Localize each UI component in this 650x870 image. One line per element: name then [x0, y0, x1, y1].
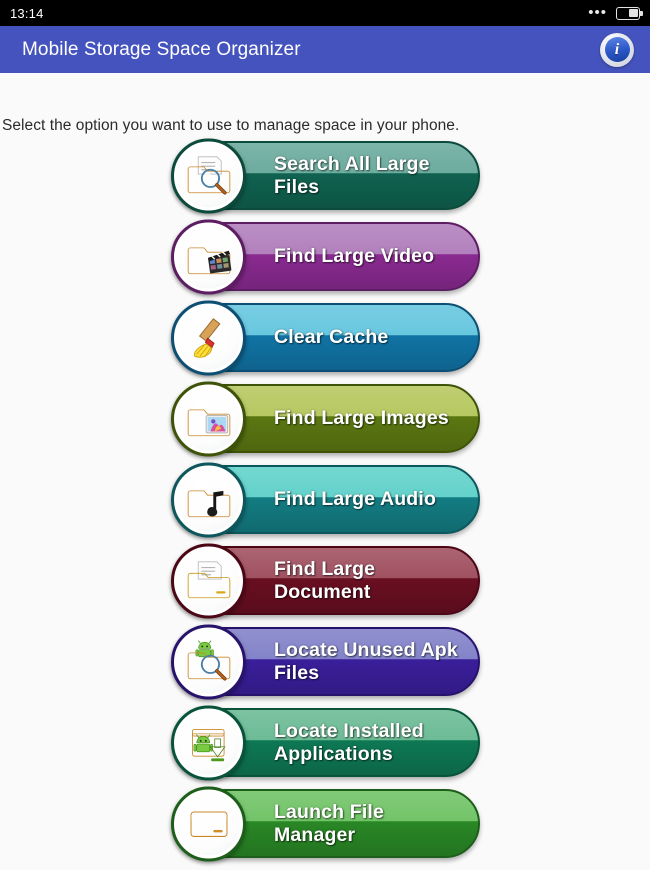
instruction-text: Select the option you want to use to man… [2, 117, 460, 134]
option-button-launch-file-manager[interactable]: Launch File Manager [171, 786, 480, 861]
option-list: Search All Large Files Find Large Video … [171, 138, 480, 870]
broom-icon [177, 306, 240, 369]
folder-audio-icon [177, 468, 240, 531]
status-bar-time: 13:14 [10, 5, 44, 21]
app-bar: Mobile Storage Space Organizer i [0, 26, 650, 73]
option-icon-badge [171, 543, 246, 618]
option-button-find-large-document[interactable]: Find Large Document [171, 543, 480, 618]
option-button-find-large-video[interactable]: Find Large Video [171, 219, 480, 294]
battery-fill [628, 8, 638, 18]
option-button-locate-unused-apk-files[interactable]: Locate Unused Apk Files [171, 624, 480, 699]
folder-apk-search-icon [177, 630, 240, 693]
option-icon-badge [171, 786, 246, 861]
page-title: Mobile Storage Space Organizer [22, 38, 301, 60]
option-label: Find Large Audio [274, 488, 436, 510]
option-icon-badge [171, 300, 246, 375]
info-icon[interactable]: i [600, 32, 634, 67]
option-label: Find Large Images [274, 407, 449, 429]
option-icon-badge [171, 381, 246, 456]
option-label: Locate Unused Apk Files [274, 638, 458, 684]
option-icon-badge [171, 138, 246, 213]
folder-app-download-icon [177, 711, 240, 774]
folder-image-icon [177, 387, 240, 450]
option-icon-badge [171, 624, 246, 699]
option-icon-badge [171, 219, 246, 294]
folder-search-icon [177, 144, 240, 207]
info-icon-glyph: i [604, 37, 630, 62]
folder-document-icon [177, 549, 240, 612]
option-icon-badge [171, 462, 246, 537]
status-bar-icons: ••• [588, 4, 643, 21]
battery-icon [616, 6, 643, 20]
option-label: Find Large Video [274, 245, 435, 267]
option-label: Launch File Manager [274, 800, 384, 846]
option-label: Locate Installed Applications [274, 719, 424, 765]
folder-plain-icon [177, 792, 240, 855]
status-bar: 13:14 ••• [0, 0, 650, 26]
more-dots-icon: ••• [588, 4, 607, 21]
option-button-search-all-large-files[interactable]: Search All Large Files [171, 138, 480, 213]
folder-video-icon [177, 225, 240, 288]
option-button-find-large-images[interactable]: Find Large Images [171, 381, 480, 456]
option-icon-badge [171, 705, 246, 780]
option-button-clear-cache[interactable]: Clear Cache [171, 300, 480, 375]
option-button-locate-installed-applications[interactable]: Locate Installed Applications [171, 705, 480, 780]
option-button-find-large-audio[interactable]: Find Large Audio [171, 462, 480, 537]
option-label: Find Large Document [274, 557, 376, 603]
option-label: Clear Cache [274, 326, 389, 348]
option-label: Search All Large Files [274, 152, 430, 198]
